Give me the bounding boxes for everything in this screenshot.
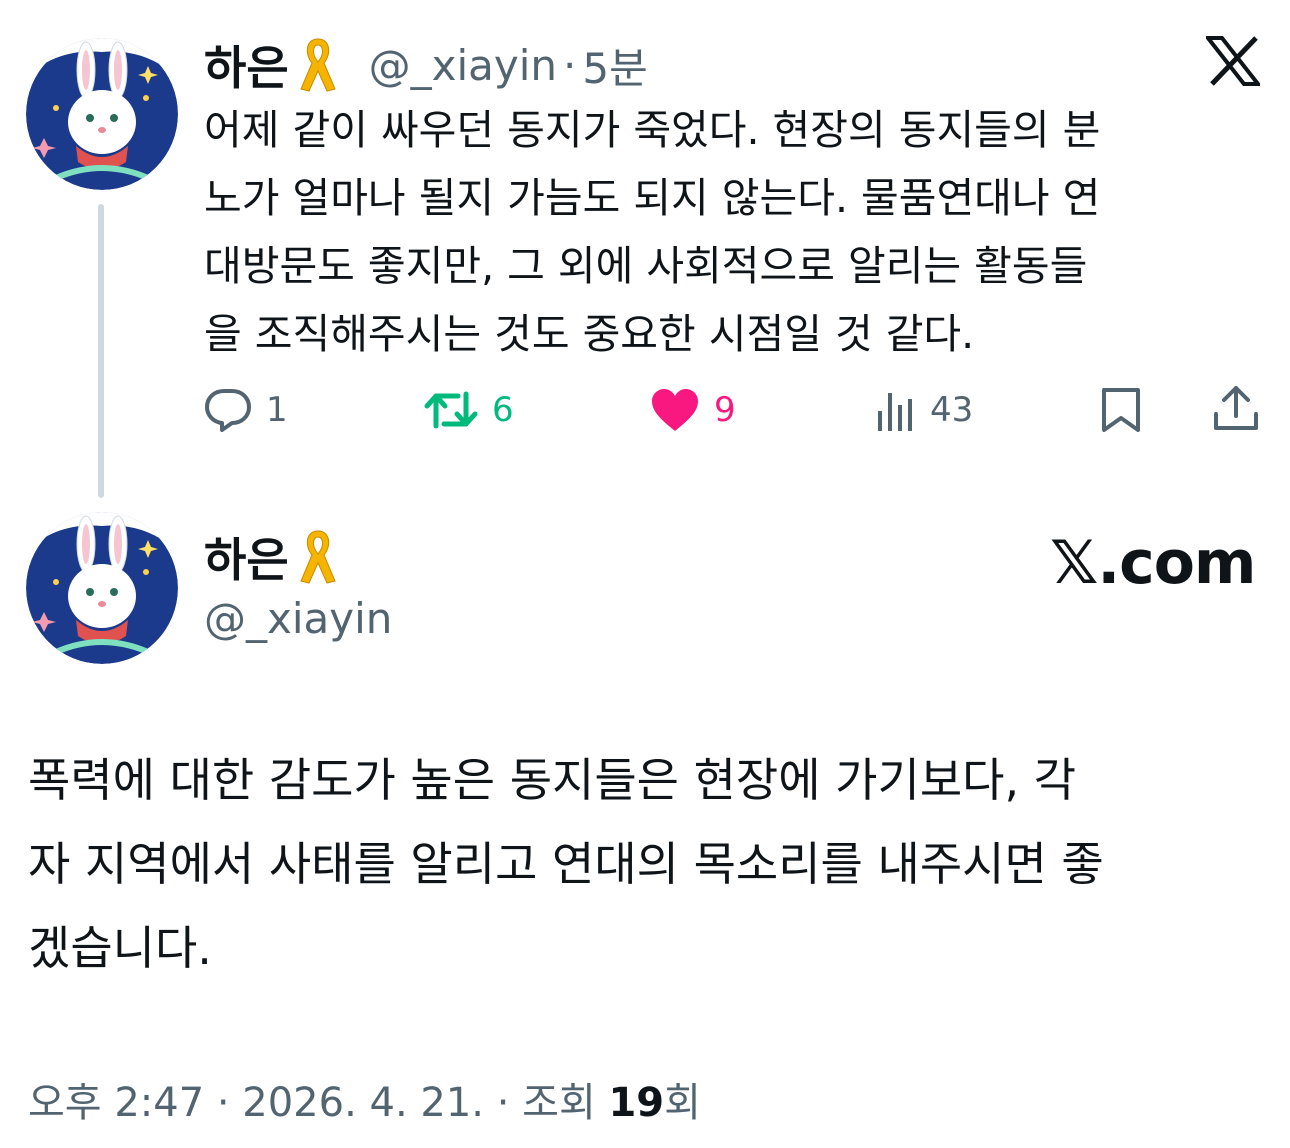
heart-icon [652,389,698,431]
like-count: 9 [714,390,736,430]
reply-tweet-header: 하은 @_xiayin · 5분 [204,30,648,100]
reply-button[interactable]: 1 [204,384,288,436]
text-line: 어제 같이 싸우던 동지가 죽었다. 현장의 동지들의 분 [204,106,1101,154]
timestamp[interactable]: 5분 [582,35,647,96]
view-count: 19 [608,1080,665,1126]
thread-connector-line [98,204,104,498]
views-button[interactable]: 43 [876,384,973,436]
x-com-brand[interactable]: 𝕏.com [1050,528,1256,598]
text-line: 대방문도 좋지만, 그 외에 사회적으로 알리는 활동들 [204,242,1088,290]
bar-chart-icon [878,393,912,431]
tweet-footer-meta: 오후 2:47 · 2026. 4. 21. · 조회 19회 [28,1070,701,1128]
repost-count: 6 [492,390,514,430]
handle[interactable]: @_xiayin [369,41,557,90]
timestamp-and-views-label[interactable]: 오후 2:47 · 2026. 4. 21. · 조회 [28,1080,608,1126]
repost-arrows-icon [424,391,478,429]
bookmark-icon [1102,388,1140,432]
display-name[interactable]: 하은 [204,32,289,98]
avatar[interactable] [26,512,178,664]
text-line: 노가 얼마나 될지 가늠도 되지 않는다. 물품연대나 연 [204,174,1101,222]
text-line: 을 조직해주시는 것도 중요한 시점일 것 같다. [204,310,975,358]
time-separator: · [563,40,577,90]
main-tweet-text: 폭력에 대한 감도가 높은 동지들은 현장에 가기보다, 각 자 지역에서 사태… [28,738,1278,990]
view-count: 43 [930,390,974,430]
text-line: 자 지역에서 사태를 알리고 연대의 목소리를 내주시면 좋 [28,837,1104,891]
avatar[interactable] [26,38,178,190]
like-button[interactable]: 9 [650,384,736,436]
display-name[interactable]: 하은 [204,524,289,590]
reply-count: 1 [266,390,288,430]
view-suffix: 회 [664,1080,701,1126]
yellow-ribbon-icon [295,527,341,587]
text-line: 폭력에 대한 감도가 높은 동지들은 현장에 가기보다, 각 [28,753,1077,807]
text-line: 겠습니다. [28,921,212,975]
x-logo-icon[interactable] [1203,36,1263,90]
comment-bubble-icon [205,389,251,432]
handle[interactable]: @_xiayin [204,594,392,643]
main-tweet-header: 하은 [204,522,341,592]
yellow-ribbon-icon [295,35,341,95]
share-button[interactable] [1212,384,1260,438]
share-upload-icon [1214,386,1258,430]
repost-button[interactable]: 6 [424,384,514,436]
reply-tweet-text: 어제 같이 싸우던 동지가 죽었다. 현장의 동지들의 분 노가 얼마나 될지 … [204,96,1274,368]
bookmark-button[interactable] [1098,386,1144,438]
